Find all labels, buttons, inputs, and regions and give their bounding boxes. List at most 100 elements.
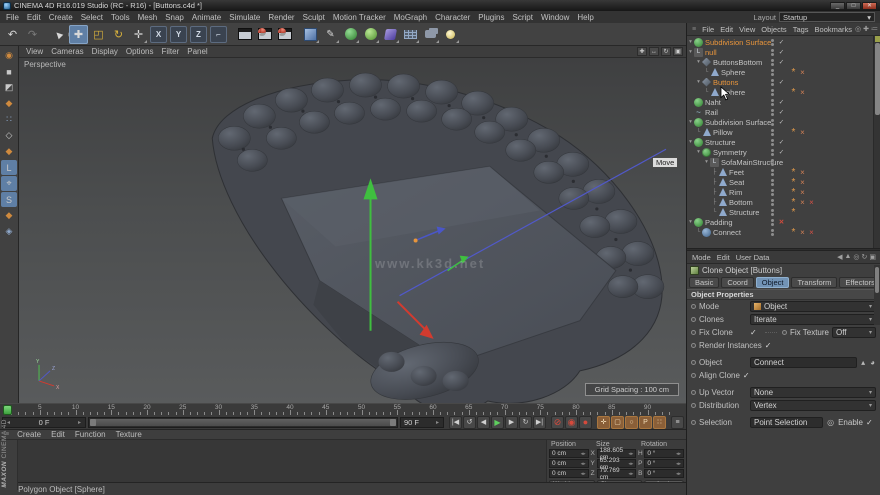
target-icon[interactable]: ◎ — [826, 418, 835, 427]
tree-expander-icon[interactable]: └ — [711, 209, 718, 215]
range-end-field[interactable]: 90 F ▸ — [400, 417, 444, 428]
rotation-b-field[interactable]: 0 °◂▸ — [644, 469, 684, 478]
enable-toggle[interactable]: ✓ — [777, 78, 786, 86]
tag-icon[interactable]: × — [807, 228, 816, 237]
material-menu-item[interactable]: Create — [12, 430, 46, 439]
menu-item[interactable]: MoGraph — [390, 13, 431, 22]
distribution-dropdown[interactable]: Vertex ▾ — [750, 400, 876, 411]
visibility-dots[interactable] — [771, 159, 777, 166]
object-manager-menu-item[interactable]: File — [699, 25, 717, 34]
attribute-header-icon-3[interactable]: ↻ — [862, 253, 868, 261]
polygons-mode-button[interactable]: ◆ — [1, 144, 17, 159]
next-frame-button[interactable]: ▶ — [505, 416, 518, 429]
visibility-dots[interactable] — [771, 189, 777, 196]
live-selection-tool[interactable]: ▲ — [45, 21, 72, 48]
pick-object-icon[interactable]: ▴ — [860, 358, 866, 367]
object-manager-menu-item[interactable]: Objects — [758, 25, 789, 34]
tag-icon[interactable]: × — [798, 128, 807, 137]
menu-item[interactable]: Create — [45, 13, 77, 22]
menu-item[interactable]: Sculpt — [299, 13, 329, 22]
tree-item-padding[interactable]: ▾Padding✕ — [687, 217, 873, 227]
anim-dot-icon[interactable] — [782, 330, 787, 335]
add-icon[interactable]: ✚ — [863, 25, 869, 33]
menu-item[interactable]: Help — [573, 13, 597, 22]
anim-dot-icon[interactable] — [691, 330, 696, 335]
menu-item[interactable]: File — [2, 13, 23, 22]
tree-item-naht[interactable]: Naht✓ — [687, 97, 873, 107]
panel-grip-icon[interactable]: ≡ — [689, 26, 699, 33]
visibility-dots[interactable] — [771, 89, 777, 96]
workplane-lock-button[interactable]: ◈ — [1, 224, 17, 239]
tree-item-seat[interactable]: ├Seat*× — [687, 177, 873, 187]
menu-item[interactable]: Edit — [23, 13, 45, 22]
record-rotation-toggle[interactable]: ○ — [625, 416, 638, 429]
add-mograph-button[interactable] — [361, 25, 380, 44]
add-spline-button[interactable]: ✎ — [321, 25, 340, 44]
sofa-3d-scene[interactable]: Y X Z — [19, 58, 686, 403]
tree-expander-icon[interactable]: └ — [695, 229, 702, 235]
tree-expander-icon[interactable]: ▾ — [687, 49, 694, 55]
tree-expander-icon[interactable]: ▾ — [695, 79, 702, 85]
lock-z-axis-button[interactable]: Z — [190, 26, 207, 43]
previous-key-button[interactable]: ↺ — [463, 416, 476, 429]
playback-options-button[interactable]: ≡ — [671, 416, 684, 429]
size-z-field[interactable]: 79.769 cm◂▸ — [597, 469, 637, 478]
enable-axis-button[interactable]: L — [1, 160, 17, 175]
anim-dot-icon[interactable] — [691, 304, 696, 309]
tree-item-null[interactable]: ▾Lnull✓ — [687, 47, 873, 57]
viewport-menu-item[interactable]: Panel — [183, 47, 211, 56]
record-position-toggle[interactable]: ✛ — [597, 416, 610, 429]
tree-expander-icon[interactable]: ▾ — [687, 219, 694, 225]
record-keyframe-button[interactable]: ⊘ — [551, 416, 564, 429]
lock-y-axis-button[interactable]: Y — [170, 26, 187, 43]
rotate-tool[interactable]: ↻ — [109, 25, 128, 44]
tree-expander-icon[interactable]: ├ — [711, 169, 718, 175]
menu-item[interactable]: Character — [431, 13, 474, 22]
fix-texture-dropdown[interactable]: Off ▾ — [832, 327, 876, 338]
tree-item-rim[interactable]: ├Rim*× — [687, 187, 873, 197]
add-camera-button[interactable] — [421, 25, 440, 44]
goto-start-button[interactable]: |◀ — [449, 416, 462, 429]
redo-button[interactable]: ↷ — [23, 25, 42, 44]
timeline-ruler[interactable]: 51015202530354045505560657075808590 — [0, 403, 686, 415]
attribute-header-icon-1[interactable]: ▲ — [844, 253, 851, 261]
tree-expander-icon[interactable]: ├ — [711, 199, 718, 205]
add-environment-button[interactable] — [401, 25, 420, 44]
coordinate-system-button[interactable]: ⌐ — [210, 26, 227, 43]
snap-settings-button[interactable]: S — [1, 192, 17, 207]
goto-end-button[interactable]: ▶| — [533, 416, 546, 429]
tree-item-rail[interactable]: ~Rail✓ — [687, 107, 873, 117]
range-start-field[interactable]: ◂ 0 F ▸ — [2, 417, 86, 428]
minimize-button[interactable]: _ — [830, 2, 845, 10]
tag-icon[interactable]: × — [798, 198, 807, 207]
make-editable-button[interactable]: ◉ — [1, 48, 17, 63]
anim-dot-icon[interactable] — [691, 360, 696, 365]
attribute-tab[interactable]: Basic — [689, 277, 719, 288]
menu-item[interactable]: Script — [508, 13, 536, 22]
tree-item-buttons[interactable]: ▾Buttons✓ — [687, 77, 873, 87]
anim-dot-icon[interactable] — [691, 390, 696, 395]
attribute-menu-item[interactable]: User Data — [733, 253, 773, 262]
tree-item-pillow[interactable]: └Pillow*× — [687, 127, 873, 137]
material-menu-item[interactable]: Texture — [111, 430, 147, 439]
play-button[interactable]: ▶ — [491, 416, 504, 429]
keyframe-selection-button[interactable]: ● — [579, 416, 592, 429]
points-mode-button[interactable]: ∷ — [1, 112, 17, 127]
menu-item[interactable]: Select — [77, 13, 107, 22]
tag-icon[interactable]: × — [798, 88, 807, 97]
enable-toggle[interactable]: ✓ — [777, 48, 786, 56]
enable-toggle[interactable]: ✓ — [777, 138, 786, 146]
record-parameter-toggle[interactable]: P — [639, 416, 652, 429]
viewport-solo-button[interactable]: ⌖ — [1, 176, 17, 191]
move-tool[interactable]: ✚ — [69, 25, 88, 44]
section-header[interactable]: Object Properties — [687, 289, 880, 300]
position-y-field[interactable]: 0 cm◂▸ — [549, 459, 589, 468]
viewport-menu-item[interactable]: View — [22, 47, 47, 56]
filter-icon[interactable]: ≔ — [871, 25, 878, 33]
menu-item[interactable]: Animate — [188, 13, 225, 22]
anim-dot-icon[interactable] — [691, 420, 696, 425]
tag-icon[interactable]: × — [807, 198, 816, 207]
material-menu-item[interactable]: Edit — [46, 430, 70, 439]
mode-dropdown[interactable]: Object ▾ — [750, 301, 876, 312]
workplane-mode-button[interactable]: ◆ — [1, 96, 17, 111]
